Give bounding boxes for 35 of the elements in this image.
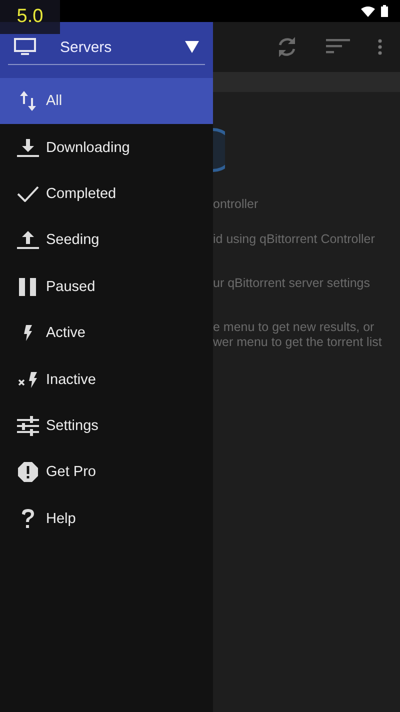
drawer-item[interactable]: Paused [0,264,213,310]
drawer-item[interactable]: Get Pro [0,449,213,496]
refresh-icon[interactable] [276,36,298,58]
wifi-icon [361,6,375,16]
help-text: id using qBittorrent Controller [213,232,375,247]
crossed-lightning-icon [18,372,38,388]
drawer-item[interactable]: All [0,78,213,124]
caret-icon [185,41,199,53]
help-text: ontroller [213,197,258,212]
question-mark-icon [21,508,35,529]
upload-icon [17,231,39,250]
up-down-arrows-icon [20,90,36,112]
drawer-item[interactable]: Downloading [0,124,213,171]
lightning-icon [23,325,33,342]
help-text: ur qBittorrent server settings [213,276,370,291]
drawer-item[interactable]: Seeding [0,217,213,264]
server-dropdown[interactable]: Servers [8,32,205,65]
monitor-icon [14,38,36,56]
sort-icon[interactable] [326,39,350,55]
version-badge: 5.0 [0,0,60,34]
alert-octagon-icon [18,462,38,482]
drawer-item[interactable]: Inactive [0,356,213,403]
logo-circle-icon [213,128,225,172]
checkmark-icon [17,186,39,202]
battery-icon [381,5,388,17]
drawer-item[interactable]: Completed [0,170,213,218]
help-text: e menu to get new results, or [213,320,374,335]
help-text: wer menu to get the torrent list [213,335,382,350]
more-options-icon[interactable] [378,39,382,55]
pause-icon [19,278,37,296]
sliders-icon [17,416,39,436]
drawer-item[interactable]: Settings [0,402,213,450]
drawer-item[interactable]: Help [0,496,213,542]
download-icon [17,138,39,157]
drawer-item[interactable]: Active [0,310,213,356]
